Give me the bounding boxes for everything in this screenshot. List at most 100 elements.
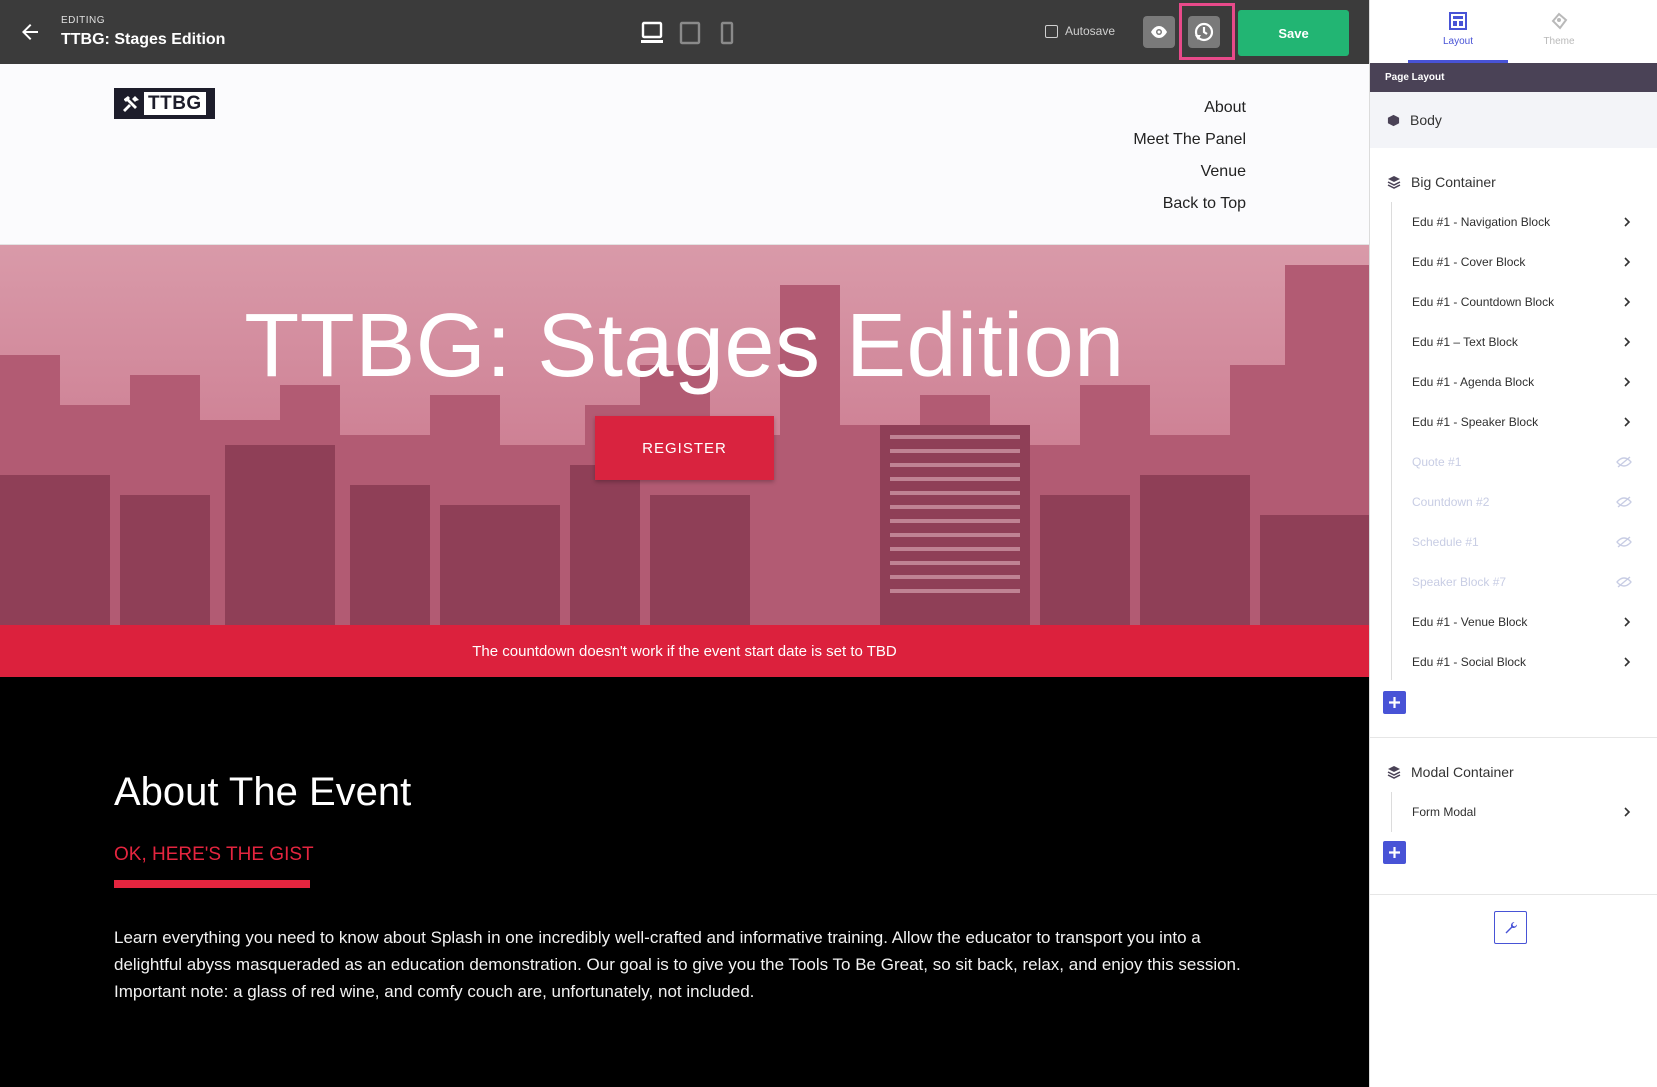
eye-off-icon <box>1616 496 1632 508</box>
layer-item-label: Schedule #1 <box>1412 535 1479 549</box>
eye-off-icon <box>1616 456 1632 468</box>
chevron-right-icon <box>1624 257 1631 267</box>
big-container-row[interactable]: Big Container <box>1370 164 1657 200</box>
chevron-right-icon <box>1624 807 1631 817</box>
layers-icon <box>1387 176 1401 189</box>
layout-sidebar: Layout Theme Page Layout Body Big Contai… <box>1369 0 1657 1087</box>
cover-block[interactable]: TTBG: Stages Edition REGISTER <box>0 245 1369 625</box>
layers-icon <box>1387 766 1401 779</box>
tree-line <box>1391 202 1392 680</box>
nav-link-venue[interactable]: Venue <box>1133 156 1246 188</box>
layer-item-quote[interactable]: Quote #1 <box>1412 442 1632 482</box>
chevron-right-icon <box>1624 297 1631 307</box>
layer-item-label: Edu #1 - Social Block <box>1412 655 1527 669</box>
desktop-view-icon[interactable] <box>639 20 665 46</box>
nav-links: About Meet The Panel Venue Back to Top <box>1133 92 1246 220</box>
chevron-right-icon <box>1624 617 1631 627</box>
editor-topbar: EDITING TTBG: Stages Edition Autosave Sa… <box>0 0 1369 64</box>
preview-button[interactable] <box>1143 16 1175 48</box>
save-button[interactable]: Save <box>1238 10 1349 56</box>
plus-icon <box>1389 847 1400 858</box>
modal-container-row[interactable]: Modal Container <box>1370 754 1657 790</box>
chevron-right-icon <box>1624 417 1631 427</box>
tree-line <box>1391 792 1392 832</box>
layer-item-label: Edu #1 - Countdown Block <box>1412 295 1555 309</box>
chevron-right-icon <box>1624 377 1631 387</box>
tools-icon <box>123 95 139 112</box>
layout-icon <box>1449 12 1467 30</box>
cube-icon <box>1387 114 1400 126</box>
layer-item-label: Form Modal <box>1412 805 1477 819</box>
history-button[interactable] <box>1188 16 1220 48</box>
autosave-checkbox[interactable] <box>1045 24 1058 38</box>
body-label: Body <box>1410 112 1442 128</box>
autosave-toggle[interactable]: Autosave <box>1045 24 1115 38</box>
about-body: Learn everything you need to know about … <box>114 928 1241 1001</box>
page-layout-header: Page Layout <box>1370 63 1657 92</box>
tablet-view-icon[interactable] <box>677 20 703 46</box>
logo-text: TTBG <box>144 92 206 115</box>
sidebar-tabs: Layout Theme <box>1370 0 1657 63</box>
mobile-view-icon[interactable] <box>714 20 740 46</box>
about-title: About The Event <box>114 770 412 814</box>
page-canvas: TTBG About Meet The Panel Venue Back to … <box>0 64 1369 1087</box>
editing-label: EDITING <box>61 15 106 26</box>
nav-link-about[interactable]: About <box>1133 92 1246 124</box>
wrench-icon <box>1505 921 1517 933</box>
register-button[interactable]: REGISTER <box>595 416 774 480</box>
layer-item-schedule[interactable]: Schedule #1 <box>1412 522 1632 562</box>
tab-layout[interactable]: Layout <box>1408 0 1508 63</box>
text-block[interactable]: About The Event OK, HERE'S THE GIST Lear… <box>0 677 1369 1087</box>
chevron-right-icon <box>1624 217 1631 227</box>
layer-item-text-block[interactable]: Edu #1 – Text Block <box>1412 322 1632 362</box>
countdown-notice: The countdown doesn't work if the event … <box>0 625 1369 677</box>
about-divider <box>114 880 310 888</box>
layer-item-label: Edu #1 - Cover Block <box>1412 255 1526 269</box>
history-icon <box>1194 22 1214 42</box>
layer-item-navigation-block[interactable]: Edu #1 - Navigation Block <box>1412 202 1632 242</box>
layer-item-label: Edu #1 - Navigation Block <box>1412 215 1551 229</box>
nav-link-back-to-top[interactable]: Back to Top <box>1133 188 1246 220</box>
layer-item-venue-block[interactable]: Edu #1 - Venue Block <box>1412 602 1632 642</box>
plus-icon <box>1389 697 1400 708</box>
page-title: TTBG: Stages Edition <box>61 31 226 48</box>
layer-item-countdown-block[interactable]: Edu #1 - Countdown Block <box>1412 282 1632 322</box>
layer-item-label: Quote #1 <box>1412 455 1462 469</box>
autosave-label: Autosave <box>1065 24 1116 38</box>
divider <box>1370 737 1657 738</box>
big-container-label: Big Container <box>1411 174 1496 190</box>
eye-off-icon <box>1616 536 1632 548</box>
chevron-right-icon <box>1624 337 1631 347</box>
nav-link-meet-the-panel[interactable]: Meet The Panel <box>1133 124 1246 156</box>
tab-theme-label: Theme <box>1543 36 1575 47</box>
navigation-block[interactable]: TTBG About Meet The Panel Venue Back to … <box>0 64 1369 245</box>
add-modal-button[interactable] <box>1383 841 1406 864</box>
layer-item-form-modal[interactable]: Form Modal <box>1412 792 1632 832</box>
eye-off-icon <box>1616 576 1632 588</box>
chevron-right-icon <box>1624 657 1631 667</box>
add-block-button[interactable] <box>1383 691 1406 714</box>
hero-title: TTBG: Stages Edition <box>244 296 1125 396</box>
layer-item-label: Countdown #2 <box>1412 495 1490 509</box>
layer-item-agenda-block[interactable]: Edu #1 - Agenda Block <box>1412 362 1632 402</box>
back-arrow-icon[interactable] <box>18 20 42 44</box>
layer-item-label: Speaker Block #7 <box>1412 575 1507 589</box>
modal-container-label: Modal Container <box>1411 764 1514 780</box>
layer-item-social-block[interactable]: Edu #1 - Social Block <box>1412 642 1632 682</box>
settings-wrench-button[interactable] <box>1494 911 1527 944</box>
layer-item-label: Edu #1 - Speaker Block <box>1412 415 1539 429</box>
theme-icon <box>1551 12 1568 30</box>
layer-item-countdown-2[interactable]: Countdown #2 <box>1412 482 1632 522</box>
body-row[interactable]: Body <box>1370 92 1657 148</box>
layer-item-speaker-block[interactable]: Edu #1 - Speaker Block <box>1412 402 1632 442</box>
layer-item-label: Edu #1 - Venue Block <box>1412 615 1528 629</box>
about-subtitle: OK, HERE'S THE GIST <box>114 844 314 865</box>
layer-item-label: Edu #1 – Text Block <box>1412 335 1518 349</box>
tab-layout-label: Layout <box>1442 36 1474 47</box>
tab-theme[interactable]: Theme <box>1509 0 1609 63</box>
layer-item-speaker-block-7[interactable]: Speaker Block #7 <box>1412 562 1632 602</box>
site-logo[interactable]: TTBG <box>114 88 215 119</box>
divider <box>1370 894 1657 895</box>
eye-icon <box>1151 26 1167 38</box>
layer-item-cover-block[interactable]: Edu #1 - Cover Block <box>1412 242 1632 282</box>
